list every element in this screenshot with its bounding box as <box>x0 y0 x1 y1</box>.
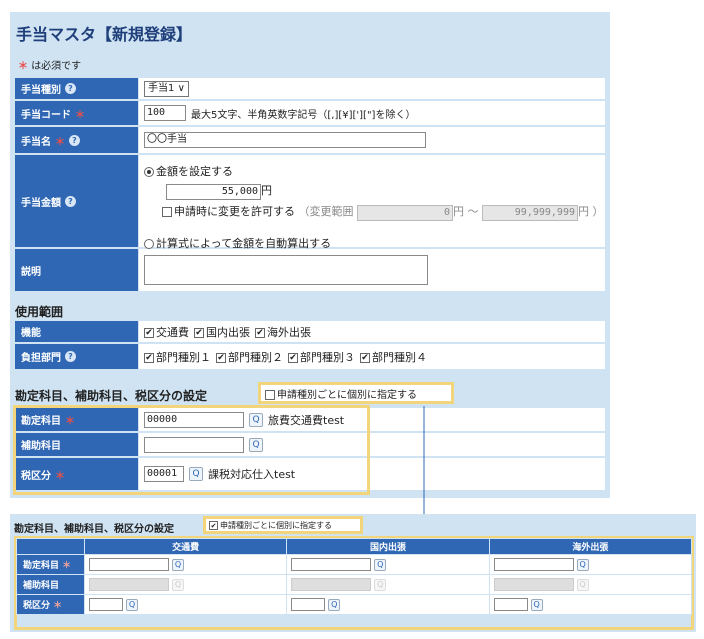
search-icon: Q <box>576 578 589 591</box>
per-type-table: 交通費 国内出張 海外出張 勘定科目 ＊ Q Q Q 補助科目 Q Q Q 税区… <box>16 538 693 615</box>
per-type-section-title: 勘定科目、補助科目、税区分の設定 <box>14 524 174 535</box>
tax-input[interactable] <box>493 598 528 611</box>
per-type-checkbox-checked[interactable]: ✔ <box>209 521 218 530</box>
account-input[interactable] <box>493 558 574 571</box>
table-row: 税区分 ＊ Q Q Q <box>16 594 693 615</box>
account-input[interactable] <box>89 558 169 571</box>
search-icon[interactable]: Q <box>530 598 543 611</box>
tax-input[interactable] <box>291 598 326 611</box>
col-header: 国内出張 <box>286 538 490 555</box>
tax-input[interactable] <box>89 598 123 611</box>
search-icon[interactable]: Q <box>126 598 138 611</box>
table-row: 補助科目 Q Q Q <box>16 574 693 595</box>
search-icon: Q <box>172 578 184 591</box>
per-type-option-checked: ✔ 申請種別ごとに個別に指定する <box>203 516 363 534</box>
per-type-panel: 勘定科目、補助科目、税区分の設定 ✔ 申請種別ごとに個別に指定する 交通費 国内出… <box>10 514 696 632</box>
search-icon[interactable]: Q <box>374 558 387 571</box>
sub-account-input <box>493 578 574 591</box>
col-header: 交通費 <box>83 538 288 555</box>
sub-account-input <box>89 578 169 591</box>
sub-account-input <box>291 578 372 591</box>
search-icon[interactable]: Q <box>172 558 184 571</box>
account-input[interactable] <box>291 558 372 571</box>
col-header: 海外出張 <box>488 538 693 555</box>
table-row: 勘定科目 ＊ Q Q Q <box>16 554 693 575</box>
search-icon[interactable]: Q <box>328 598 341 611</box>
search-icon[interactable]: Q <box>576 558 589 571</box>
search-icon: Q <box>374 578 387 591</box>
